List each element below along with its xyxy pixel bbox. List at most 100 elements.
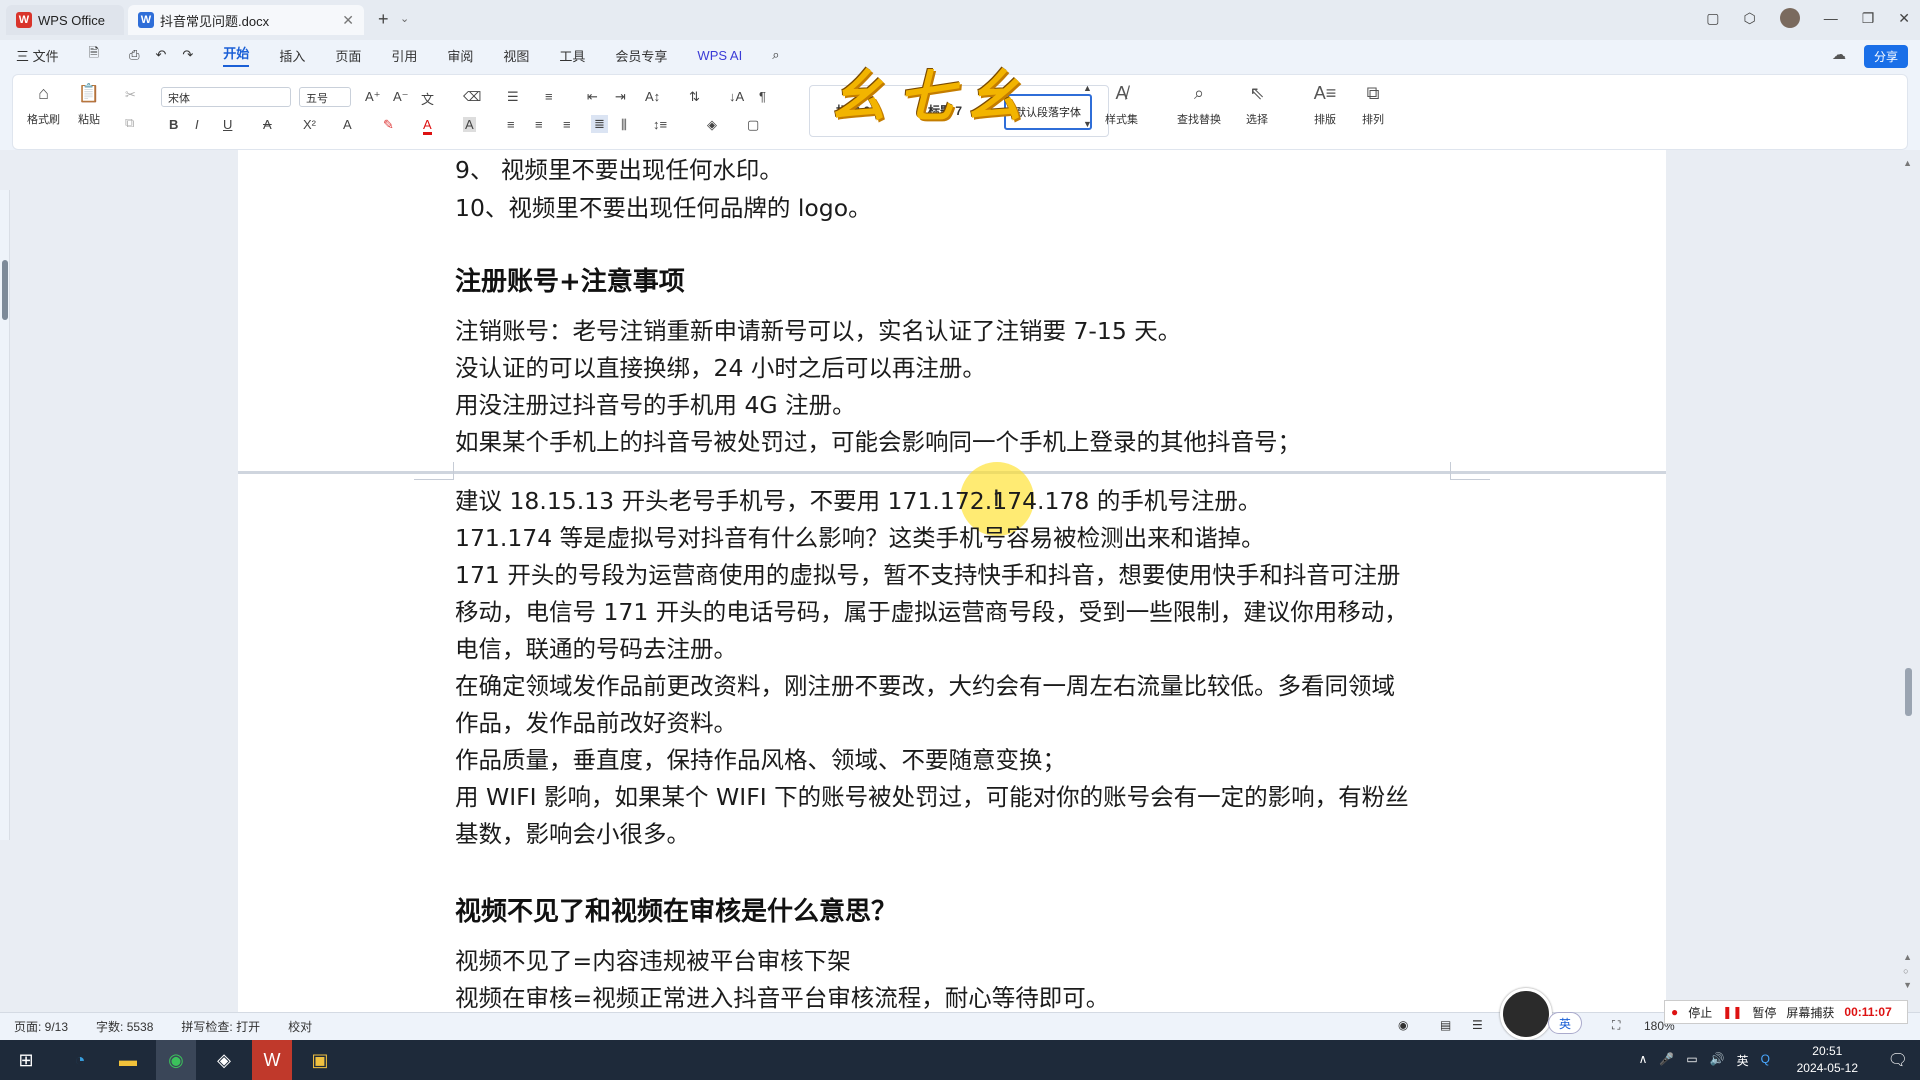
windows-start-icon[interactable]: ⊞ xyxy=(6,1040,46,1080)
file-explorer-icon[interactable]: ▬ xyxy=(108,1040,148,1080)
align-right-icon[interactable]: ≡ xyxy=(563,117,571,132)
distribute-icon[interactable]: ⫼ xyxy=(621,117,627,133)
doc-paragraph[interactable]: 注销账号：老号注销重新申请新号可以，实名认证了注销要 7-15 天。 xyxy=(455,316,1181,346)
cloud-icon[interactable]: ☁ xyxy=(1832,46,1846,63)
align-left-icon[interactable]: ≡ xyxy=(507,117,515,132)
tray-expand-icon[interactable]: ∧ xyxy=(1639,1052,1648,1069)
sort-az-icon[interactable]: ↓A xyxy=(729,89,744,104)
restore-icon[interactable]: ❐ xyxy=(1862,10,1875,27)
char-shading-icon[interactable]: A xyxy=(463,117,476,132)
menu-member[interactable]: 会员专享 xyxy=(615,46,667,65)
document-page-10[interactable] xyxy=(238,474,1666,1012)
doc-heading[interactable]: 注册账号+注意事项 xyxy=(455,261,685,298)
doc-heading[interactable]: 视频不见了和视频在审核是什么意思？ xyxy=(455,891,897,928)
taskbar-clock[interactable]: 20:51 2024-05-12 xyxy=(1797,1043,1858,1077)
cut-icon[interactable]: ✂ xyxy=(125,87,136,103)
doc-paragraph[interactable]: 用 WIFI 影响，如果某个 WIFI 下的账号被处罚过，可能对你的账号会有一定… xyxy=(455,782,1409,812)
tab-document[interactable]: W 抖音常见问题.docx ✕ xyxy=(128,5,364,35)
cube-icon[interactable]: ⬡ xyxy=(1743,10,1755,27)
layout-icon[interactable]: ▢ xyxy=(1706,10,1719,27)
shrink-font-icon[interactable]: A⁻ xyxy=(393,89,409,105)
menu-insert[interactable]: 插入 xyxy=(279,46,305,65)
doc-paragraph[interactable]: 视频在审核=视频正常进入抖音平台审核流程，耐心等待即可。 xyxy=(455,983,1109,1013)
wechat-icon[interactable]: ◉ xyxy=(156,1040,196,1080)
style-set-button[interactable]: A̸ 样式集 xyxy=(1105,81,1138,127)
font-name-select[interactable]: 宋体 xyxy=(161,87,291,107)
format-painter-button[interactable]: ⌂ 格式刷 xyxy=(27,81,60,127)
shading-icon[interactable]: ◈ xyxy=(707,117,717,133)
app-icon[interactable]: ◈ xyxy=(204,1040,244,1080)
page-view-icon[interactable]: ▤ xyxy=(1440,1018,1451,1032)
doc-paragraph[interactable]: 没认证的可以直接换绑，24 小时之后可以再注册。 xyxy=(455,353,986,383)
close-icon[interactable]: ✕ xyxy=(342,12,354,29)
menu-home[interactable]: 开始 xyxy=(223,43,250,67)
fit-icon[interactable]: ⛶ xyxy=(1612,1018,1620,1033)
doc-paragraph[interactable]: 电信，联通的号码去注册。 xyxy=(455,634,737,664)
left-panel-handle[interactable] xyxy=(2,260,8,320)
page-nav-icon[interactable]: ▲ ○ ▼ xyxy=(1903,950,1912,992)
bold-icon[interactable]: B xyxy=(169,117,178,132)
layout-button[interactable]: A≡ 排版 xyxy=(1313,81,1337,127)
doc-paragraph[interactable]: 9、 视频里不要出现任何水印。 xyxy=(455,155,783,185)
page-indicator[interactable]: 页面: 9/13 xyxy=(14,1018,68,1035)
vertical-scrollbar[interactable] xyxy=(1902,150,1914,1012)
doc-paragraph[interactable]: 基数，影响会小很多。 xyxy=(455,819,690,849)
clear-format-icon[interactable]: ⌫ xyxy=(463,89,481,105)
indent-icon[interactable]: ⇥ xyxy=(615,89,626,105)
ime-indicator[interactable]: 英 xyxy=(1548,1012,1582,1034)
search-icon[interactable]: ⌕ xyxy=(772,47,779,63)
menu-tools[interactable]: 工具 xyxy=(559,46,585,65)
arrange-button[interactable]: ⧉ 排列 xyxy=(1361,81,1385,127)
text-direction-icon[interactable]: A↕ xyxy=(645,89,660,104)
word-count[interactable]: 字数: 5538 xyxy=(96,1018,153,1035)
phonetic-icon[interactable]: 文 xyxy=(421,89,434,108)
eye-icon[interactable]: ◉ xyxy=(1398,1018,1408,1032)
share-button[interactable]: 分享 xyxy=(1863,45,1908,68)
wps-taskbar-icon[interactable]: W xyxy=(252,1040,292,1080)
menu-file[interactable]: 三 文件 xyxy=(16,46,59,65)
tab-wps-office[interactable]: W WPS Office xyxy=(6,5,124,35)
grow-font-icon[interactable]: A⁺ xyxy=(365,89,381,105)
align-center-icon[interactable]: ≡ xyxy=(535,117,543,132)
show-marks-icon[interactable]: ¶ xyxy=(759,89,766,104)
wps-ai-button[interactable]: WPS AI xyxy=(697,48,742,63)
pause-button[interactable]: 暂停 xyxy=(1752,1004,1776,1021)
microphone-icon[interactable]: 🎤 xyxy=(1659,1052,1674,1069)
outline-view-icon[interactable]: ☰ xyxy=(1472,1018,1483,1032)
border-icon[interactable]: ▢ xyxy=(747,117,759,133)
new-tab-button[interactable]: + xyxy=(378,9,389,30)
doc-paragraph[interactable]: 视频不见了=内容违规被平台审核下架 xyxy=(455,946,851,976)
find-replace-button[interactable]: ⌕ 查找替换 xyxy=(1177,81,1221,127)
minimize-icon[interactable]: — xyxy=(1824,10,1838,26)
menu-review[interactable]: 审阅 xyxy=(447,46,473,65)
superscript-icon[interactable]: X² xyxy=(303,117,316,132)
menu-view[interactable]: 视图 xyxy=(503,46,529,65)
avatar[interactable] xyxy=(1779,8,1800,28)
justify-icon[interactable]: ≣ xyxy=(591,115,608,133)
copy-icon[interactable]: ⧉ xyxy=(125,115,134,131)
recorder-taskbar-icon[interactable]: ▣ xyxy=(300,1040,340,1080)
underline-icon[interactable]: U xyxy=(223,117,232,132)
redo-icon[interactable]: ↷ xyxy=(182,47,193,63)
doc-paragraph[interactable]: 建议 18.15.13 开头老号手机号，不要用 171.172.174.178 … xyxy=(455,486,1261,516)
doc-paragraph[interactable]: 171.174 等是虚拟号对抖音有什么影响？这类手机号容易被检测出来和谐掉。 xyxy=(455,523,1265,553)
sort-icon[interactable]: ⇅ xyxy=(689,89,700,105)
style-scroll-down-icon[interactable]: ▼ xyxy=(1083,119,1092,129)
paste-button[interactable]: 📋 粘贴 xyxy=(77,81,101,127)
bullet-list-icon[interactable]: ☰ xyxy=(507,89,519,105)
font-size-select[interactable]: 五号 xyxy=(299,87,351,107)
scroll-thumb[interactable] xyxy=(1905,668,1912,716)
spell-check-toggle[interactable]: 拼写检查: 打开 xyxy=(181,1018,260,1035)
doc-paragraph[interactable]: 10、视频里不要出现任何品牌的 logo。 xyxy=(455,193,872,223)
doc-paragraph[interactable]: 171 开头的号段为运营商使用的虚拟号，暂不支持快手和抖音，想要使用快手和抖音可… xyxy=(455,560,1400,590)
highlight-icon[interactable]: ✎ xyxy=(383,117,394,133)
doc-paragraph[interactable]: 用没注册过抖音号的手机用 4G 注册。 xyxy=(455,390,856,420)
volume-icon[interactable]: 🔊 xyxy=(1710,1052,1725,1069)
numbered-list-icon[interactable]: ≡ xyxy=(545,89,553,104)
capture-button[interactable]: 屏幕捕获 xyxy=(1786,1004,1834,1021)
print-icon[interactable]: ⎙ xyxy=(129,47,139,63)
font-color-icon[interactable]: A xyxy=(423,117,432,135)
edge-icon[interactable]: ◔ xyxy=(60,1040,100,1080)
doc-paragraph[interactable]: 如果某个手机上的抖音号被处罚过，可能会影响同一个手机上登录的其他抖音号； xyxy=(455,427,1301,457)
doc-paragraph[interactable]: 移动，电信号 171 开头的电话号码，属于虚拟运营商号段，受到一些限制，建议你用… xyxy=(455,597,1408,627)
